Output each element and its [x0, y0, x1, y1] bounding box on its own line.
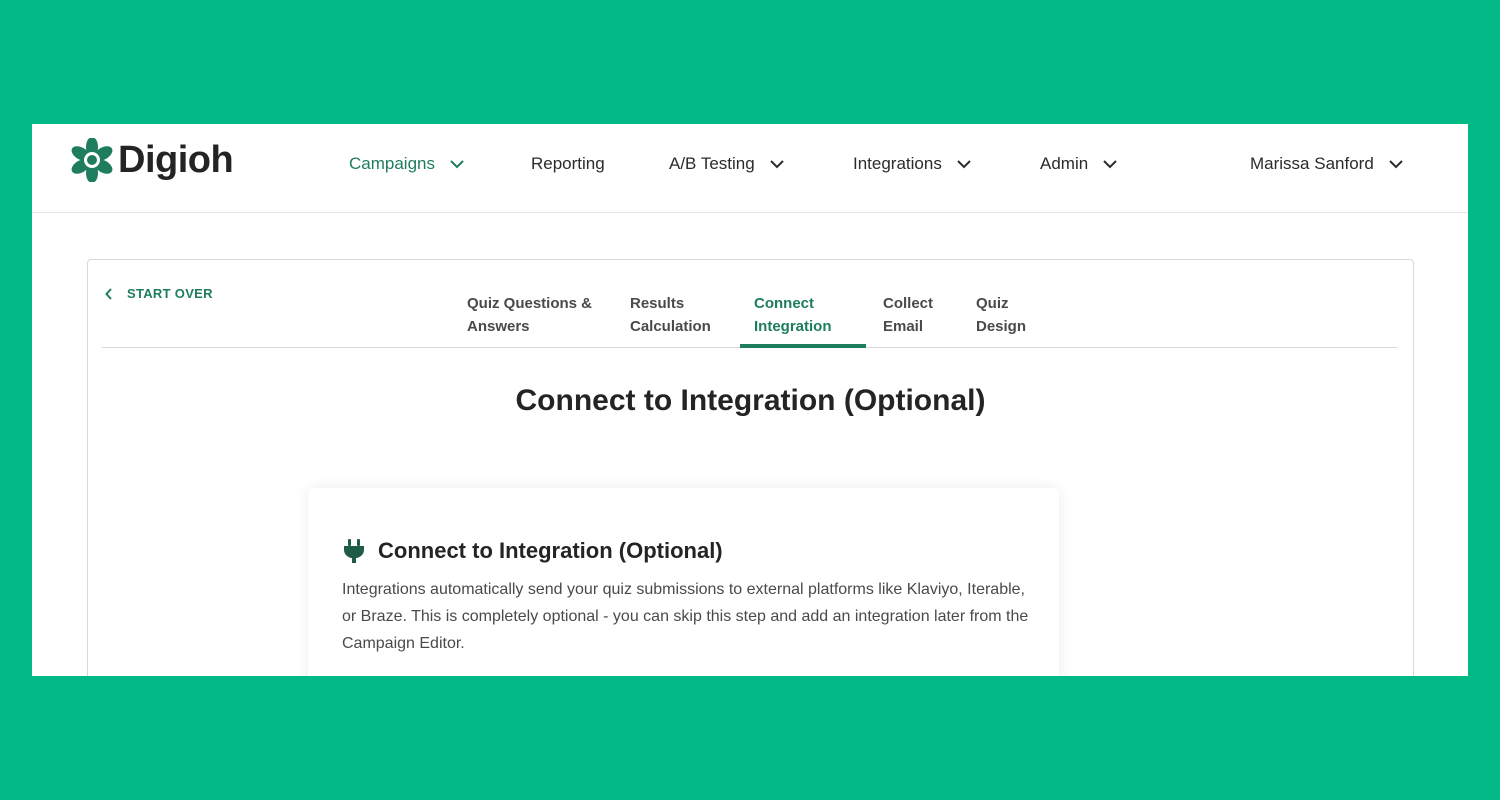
top-navigation: Digioh Campaigns Reporting A/B Testing I… — [32, 124, 1468, 213]
step-label-line1: Connect — [754, 295, 814, 312]
chevron-down-icon — [769, 160, 784, 169]
user-menu[interactable]: Marissa Sanford — [1250, 154, 1404, 174]
nav-reporting[interactable]: Reporting — [531, 154, 605, 174]
page-title: Connect to Integration (Optional) — [515, 384, 986, 417]
nav-campaigns[interactable]: Campaigns — [349, 154, 465, 174]
user-name: Marissa Sanford — [1250, 154, 1374, 173]
logo[interactable]: Digioh — [70, 138, 234, 182]
nav-admin-label: Admin — [1040, 154, 1089, 173]
card-title: Connect to Integration (Optional) — [342, 538, 723, 564]
start-over-label: START OVER — [127, 286, 213, 301]
nav-integrations-label: Integrations — [853, 154, 942, 173]
step-label-line1: Collect — [883, 295, 934, 312]
step-label-line1: Results — [630, 295, 685, 312]
chevron-down-icon — [1103, 160, 1117, 169]
start-over-link[interactable]: START OVER — [105, 286, 213, 301]
card-description: Integrations automatically send your qui… — [342, 581, 1029, 652]
step-label-line1: Quiz — [976, 295, 1009, 312]
chevron-down-icon — [450, 160, 464, 169]
step-quiz-questions[interactable]: Quiz Questions & Answers — [467, 292, 592, 338]
step-label-line2: Calculation — [630, 318, 711, 335]
digioh-logo-icon — [71, 138, 113, 182]
step-quiz-design[interactable]: Quiz Design — [976, 292, 1026, 338]
step-label-line2: Email — [883, 318, 924, 335]
step-connect-integration[interactable]: Connect Integration — [754, 292, 832, 338]
nav-integrations[interactable]: Integrations — [853, 154, 972, 174]
quiz-wizard-panel: START OVER Quiz Questions & Answers Resu… — [87, 259, 1414, 676]
chevron-left-icon — [105, 287, 112, 300]
step-label-line2: Integration — [754, 318, 832, 335]
chevron-down-icon — [1389, 160, 1403, 169]
plug-icon — [344, 539, 364, 563]
app-window: Digioh Campaigns Reporting A/B Testing I… — [32, 124, 1468, 676]
nav-reporting-label: Reporting — [531, 154, 605, 173]
nav-ab-testing[interactable]: A/B Testing — [669, 154, 785, 174]
step-collect-email[interactable]: Collect Email — [883, 292, 933, 338]
nav-admin[interactable]: Admin — [1040, 154, 1118, 174]
chevron-down-icon — [957, 160, 971, 169]
integration-card: Connect to Integration (Optional) Integr… — [308, 488, 1059, 676]
step-label-line2: Answers — [467, 318, 530, 335]
step-label-line1: Quiz Questions & — [467, 295, 593, 312]
active-step-indicator — [740, 344, 866, 348]
nav-ab-testing-label: A/B Testing — [669, 154, 755, 173]
nav-campaigns-label: Campaigns — [349, 154, 435, 173]
step-label-line2: Design — [976, 318, 1027, 335]
step-results-calculation[interactable]: Results Calculation — [630, 292, 711, 338]
card-title-text: Connect to Integration (Optional) — [378, 538, 723, 563]
logo-text: Digioh — [118, 138, 234, 181]
